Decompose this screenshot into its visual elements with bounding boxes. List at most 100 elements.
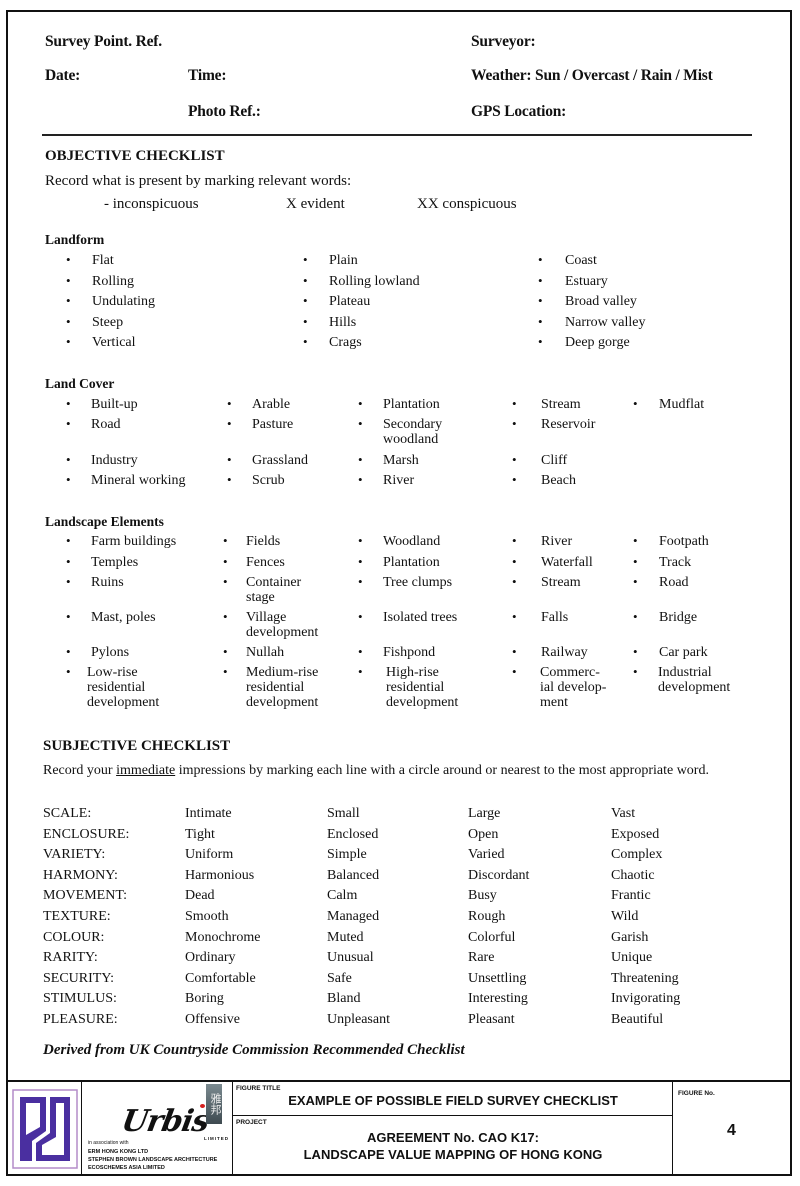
checklist-item[interactable]: Coast — [565, 253, 597, 268]
subjective-option[interactable]: Safe — [327, 971, 352, 987]
checklist-item[interactable]: Rolling lowland — [329, 274, 420, 289]
checklist-item[interactable]: Flat — [92, 253, 114, 268]
subjective-option[interactable]: Muted — [327, 930, 364, 946]
subjective-option[interactable]: Tight — [185, 827, 215, 843]
checklist-item[interactable]: Waterfall — [541, 555, 593, 570]
subjective-option[interactable]: Threatening — [611, 971, 679, 987]
checklist-item[interactable]: Farm buildings — [91, 534, 176, 549]
subjective-option[interactable]: Uniform — [185, 847, 233, 863]
checklist-item[interactable]: Temples — [91, 555, 138, 570]
checklist-item[interactable]: Arable — [252, 397, 290, 412]
subjective-option[interactable]: Wild — [611, 909, 638, 925]
checklist-item[interactable]: Mineral working — [91, 473, 185, 488]
checklist-item[interactable]: Reservoir — [541, 417, 595, 432]
checklist-item[interactable]: Cliff — [541, 453, 567, 468]
checklist-item[interactable]: Falls — [541, 610, 568, 625]
subjective-option[interactable]: Invigorating — [611, 991, 680, 1007]
checklist-item[interactable]: Low-rise residential development — [87, 665, 159, 710]
subjective-option[interactable]: Unusual — [327, 950, 374, 966]
subjective-option[interactable]: Garish — [611, 930, 648, 946]
checklist-item[interactable]: Bridge — [659, 610, 697, 625]
subjective-option[interactable]: Rare — [468, 950, 494, 966]
subjective-option[interactable]: Chaotic — [611, 868, 655, 884]
checklist-item[interactable]: Medium-rise residential development — [246, 665, 318, 710]
subjective-option[interactable]: Dead — [185, 888, 215, 904]
subjective-option[interactable]: Comfortable — [185, 971, 256, 987]
subjective-option[interactable]: Busy — [468, 888, 497, 904]
checklist-item[interactable]: Mudflat — [659, 397, 704, 412]
checklist-item[interactable]: Pylons — [91, 645, 129, 660]
subjective-option[interactable]: Managed — [327, 909, 379, 925]
checklist-item[interactable]: Ruins — [91, 575, 124, 590]
checklist-item[interactable]: Road — [659, 575, 689, 590]
checklist-item[interactable]: Commerc- ial develop- ment — [540, 665, 606, 710]
checklist-item[interactable]: Road — [91, 417, 121, 432]
subjective-option[interactable]: Vast — [611, 806, 635, 822]
checklist-item[interactable]: Footpath — [659, 534, 709, 549]
subjective-option[interactable]: Interesting — [468, 991, 528, 1007]
checklist-item[interactable]: Hills — [329, 315, 356, 330]
checklist-item[interactable]: Marsh — [383, 453, 419, 468]
checklist-item[interactable]: Isolated trees — [383, 610, 457, 625]
subjective-option[interactable]: Smooth — [185, 909, 229, 925]
subjective-option[interactable]: Colorful — [468, 930, 515, 946]
checklist-item[interactable]: Industrial development — [658, 665, 730, 695]
checklist-item[interactable]: Grassland — [252, 453, 308, 468]
checklist-item[interactable]: Steep — [92, 315, 123, 330]
subjective-option[interactable]: Open — [468, 827, 498, 843]
subjective-option[interactable]: Pleasant — [468, 1012, 515, 1028]
checklist-item[interactable]: Scrub — [252, 473, 285, 488]
checklist-item[interactable]: Fields — [246, 534, 280, 549]
checklist-item[interactable]: Railway — [541, 645, 588, 660]
checklist-item[interactable]: Built-up — [91, 397, 138, 412]
checklist-item[interactable]: Car park — [659, 645, 708, 660]
subjective-option[interactable]: Enclosed — [327, 827, 378, 843]
subjective-option[interactable]: Monochrome — [185, 930, 260, 946]
checklist-item[interactable]: Stream — [541, 575, 581, 590]
checklist-item[interactable]: Fences — [246, 555, 285, 570]
subjective-option[interactable]: Unique — [611, 950, 652, 966]
checklist-item[interactable]: Industry — [91, 453, 138, 468]
checklist-item[interactable]: Estuary — [565, 274, 608, 289]
subjective-option[interactable]: Discordant — [468, 868, 529, 884]
checklist-item[interactable]: Crags — [329, 335, 362, 350]
subjective-option[interactable]: Varied — [468, 847, 505, 863]
checklist-item[interactable]: River — [541, 534, 572, 549]
checklist-item[interactable]: Beach — [541, 473, 576, 488]
checklist-item[interactable]: Stream — [541, 397, 581, 412]
checklist-item[interactable]: Plateau — [329, 294, 370, 309]
checklist-item[interactable]: Plain — [329, 253, 358, 268]
subjective-option[interactable]: Calm — [327, 888, 357, 904]
checklist-item[interactable]: Track — [659, 555, 691, 570]
subjective-option[interactable]: Unpleasant — [327, 1012, 390, 1028]
subjective-option[interactable]: Frantic — [611, 888, 651, 904]
checklist-item[interactable]: Woodland — [383, 534, 440, 549]
checklist-item[interactable]: Secondary woodland — [383, 417, 442, 447]
checklist-item[interactable]: Pasture — [252, 417, 293, 432]
checklist-item[interactable]: Mast, poles — [91, 610, 156, 625]
checklist-item[interactable]: Rolling — [92, 274, 134, 289]
subjective-option[interactable]: Ordinary — [185, 950, 236, 966]
subjective-option[interactable]: Balanced — [327, 868, 379, 884]
checklist-item[interactable]: Fishpond — [383, 645, 435, 660]
checklist-item[interactable]: Narrow valley — [565, 315, 645, 330]
checklist-item[interactable]: Plantation — [383, 397, 440, 412]
checklist-item[interactable]: Container stage — [246, 575, 301, 605]
checklist-item[interactable]: Tree clumps — [383, 575, 452, 590]
checklist-item[interactable]: High-rise residential development — [386, 665, 458, 710]
checklist-item[interactable]: Nullah — [246, 645, 284, 660]
checklist-item[interactable]: Village development — [246, 610, 318, 640]
subjective-option[interactable]: Large — [468, 806, 500, 822]
subjective-option[interactable]: Rough — [468, 909, 505, 925]
subjective-option[interactable]: Offensive — [185, 1012, 240, 1028]
subjective-option[interactable]: Boring — [185, 991, 224, 1007]
subjective-option[interactable]: Beautiful — [611, 1012, 663, 1028]
checklist-item[interactable]: Deep gorge — [565, 335, 630, 350]
subjective-option[interactable]: Unsettling — [468, 971, 526, 987]
checklist-item[interactable]: Undulating — [92, 294, 155, 309]
subjective-option[interactable]: Small — [327, 806, 360, 822]
subjective-option[interactable]: Complex — [611, 847, 662, 863]
subjective-option[interactable]: Simple — [327, 847, 367, 863]
checklist-item[interactable]: River — [383, 473, 414, 488]
checklist-item[interactable]: Vertical — [92, 335, 136, 350]
